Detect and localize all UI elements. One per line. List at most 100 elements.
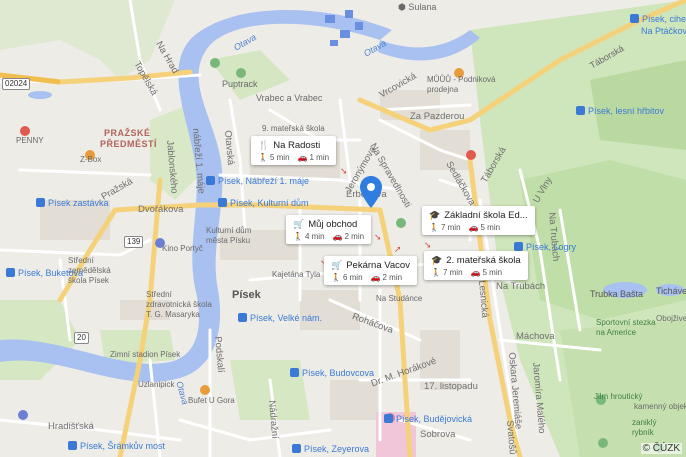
bus-icon (218, 198, 227, 207)
label-17-listopadu: 17. listopadu (424, 381, 478, 392)
label-basta: Bašta (620, 289, 644, 299)
car-time: 2 min (382, 273, 403, 282)
poi-card-zakladni-skola[interactable]: 🎓 Základní škola Ed... 🚶 7 min 🚗 5 min (422, 206, 535, 235)
walk-time: 7 min (442, 268, 463, 277)
poi-card-muj-obchod[interactable]: 🛒 Můj obchod 🚶 4 min 🚗 2 min (286, 215, 372, 244)
label-trubka: Trubka (590, 289, 618, 299)
label-otavska: Otavská (222, 129, 237, 166)
bus-stop-cihelna[interactable]: Písek, cihelna (630, 14, 686, 24)
bus-stop-budovcova[interactable]: Písek, Budovcova (290, 368, 374, 378)
label-hradistska: Hradišťská (48, 421, 94, 432)
walk-time: 5 min (269, 153, 290, 162)
bus-icon (206, 176, 215, 185)
arrow-icon: ➘ (424, 240, 432, 250)
label-uzlanipick: Uzlanipick (138, 380, 175, 389)
bus-stop-ptackovne[interactable]: Na Ptáčkovně (641, 26, 686, 36)
jilm-tree-icon[interactable] (598, 438, 608, 448)
label-kino: Kino Portyč (162, 244, 203, 253)
label-kajetana: Kajetána Tyla (272, 270, 321, 279)
label-pisek-town: Písek (232, 289, 261, 301)
car-time: 2 min (344, 232, 365, 241)
label-na-trubach: Na Trubách (496, 281, 546, 292)
school-icon: 🎓 (431, 255, 443, 265)
bus-stop-budejovicka[interactable]: Písek, Budějovická (384, 414, 472, 424)
label-bufet: Bufet U Gora (188, 396, 235, 405)
school-icon: 🎓 (429, 210, 441, 220)
restaurant-icon: 🍴 (258, 140, 270, 150)
arrow-icon: ➚ (394, 244, 402, 254)
bus-icon (68, 441, 77, 450)
label-sobrova: Sobrova (420, 429, 456, 440)
school-poi-icon[interactable] (18, 410, 28, 420)
label-zanikly: zaniklý rybník (632, 418, 657, 437)
label-dvorakova: Dvořákova (138, 204, 184, 215)
bus-icon (6, 268, 15, 277)
walk-time: 6 min (342, 273, 363, 282)
label-sportovni: Sportovní stezka na Americe (596, 318, 656, 337)
bus-icon (514, 242, 523, 251)
bus-stop-velke-nam[interactable]: Písek, Velké nám. (238, 313, 322, 323)
poi-card-title: Pekárna Vacov (346, 260, 410, 271)
label-kamenny: kamenný objekt (634, 402, 686, 411)
label-na-studance: Na Studánce (376, 294, 423, 303)
bus-icon (292, 444, 301, 453)
bus-icon (290, 368, 299, 377)
label-predmesti: PŘEDMĚSTÍ (100, 139, 158, 149)
label-penny: PENNY (16, 136, 44, 145)
bus-stop-sramkuv[interactable]: Písek, Šrámkův most (68, 441, 165, 451)
car-icon: 🚗 (470, 268, 481, 277)
walk-icon: 🚶 (431, 268, 441, 277)
label-stredni-zdr: Střední zdravotnická škola T. G. Masaryk… (146, 290, 212, 319)
walk-time: 4 min (304, 232, 325, 241)
bufet-icon[interactable] (200, 385, 210, 395)
tree-icon[interactable] (396, 218, 406, 228)
label-materska-9: 9. mateřská škola (262, 124, 325, 133)
label-vrabec: Vrabec a Vrabec (256, 93, 323, 103)
label-muuu: MŮŮŮ - Podniková prodejna (427, 75, 496, 94)
label-svatosu: Svatošů (504, 419, 518, 456)
fire-station-icon[interactable] (466, 150, 476, 160)
bus-stop-kulturni[interactable]: Písek, Kulturní dům (218, 198, 309, 208)
bus-icon (576, 106, 585, 115)
label-zbox: Z-Box (80, 155, 102, 164)
car-icon: 🚗 (370, 273, 381, 282)
car-icon: 🚗 (468, 223, 479, 232)
road-shield-139: 139 (124, 236, 144, 248)
bus-stop-buketova[interactable]: Písek, Buketova (6, 268, 83, 278)
label-za-pazderou: Za Pazderou (410, 111, 465, 122)
label-prazske: PRAŽSKÉ (104, 128, 151, 138)
poi-card-materska-skola[interactable]: 🎓 2. mateřská škola 🚶 7 min 🚗 5 min (424, 251, 528, 280)
bus-stop-lesni-hrbitov[interactable]: Písek, lesní hřbitov (576, 106, 664, 116)
puptrack-icon[interactable] (236, 68, 246, 78)
park-poi-icon[interactable] (210, 58, 220, 68)
bus-stop-nabrezi[interactable]: Písek, Nábřeží 1. máje (206, 176, 309, 186)
label-tichavek: Tichávek (656, 286, 686, 296)
label-jilm: Jilm hroutický (594, 392, 643, 401)
bus-icon (384, 414, 393, 423)
map-attribution: © ČÚZK (640, 443, 682, 454)
road-shield-02024: 02024 (2, 78, 31, 90)
bus-icon (238, 313, 247, 322)
map-canvas[interactable]: ⬢ Sulana Otava Otava Otava Písek, ciheln… (0, 0, 686, 457)
penny-icon[interactable] (20, 126, 30, 136)
location-pin-icon[interactable] (360, 176, 382, 208)
shop-icon: 🛒 (331, 260, 343, 270)
poi-card-pekarna-vacov[interactable]: 🛒 Pekárna Vacov 🚶 6 min 🚗 2 min (324, 256, 417, 285)
poi-card-na-radosti[interactable]: 🍴 Na Radosti 🚶 5 min 🚗 1 min (251, 136, 337, 165)
bus-icon (36, 198, 45, 207)
arrow-icon: ➘ (374, 232, 382, 242)
bus-stop-zastavka[interactable]: Písek zastávka (36, 198, 109, 208)
label-lesnicka: Lesnická (476, 279, 491, 319)
label-zimni: Zimní stadion Písek (110, 350, 181, 359)
car-time: 1 min (309, 153, 330, 162)
label-obojetnice: Obojživelnice (656, 314, 686, 323)
road-shield-20: 20 (74, 332, 89, 344)
walk-icon: 🚶 (331, 273, 341, 282)
bus-stop-zeyerova[interactable]: Písek, Zeyerova (292, 444, 369, 454)
arrow-icon: ➘ (340, 166, 348, 176)
poi-card-title: 2. mateřská škola (446, 255, 521, 266)
label-kulturni-dum: Kulturní dům města Písku (206, 226, 252, 245)
walk-time: 7 min (440, 223, 461, 232)
label-sulana: ⬢ Sulana (398, 2, 437, 12)
car-icon: 🚗 (297, 153, 308, 162)
